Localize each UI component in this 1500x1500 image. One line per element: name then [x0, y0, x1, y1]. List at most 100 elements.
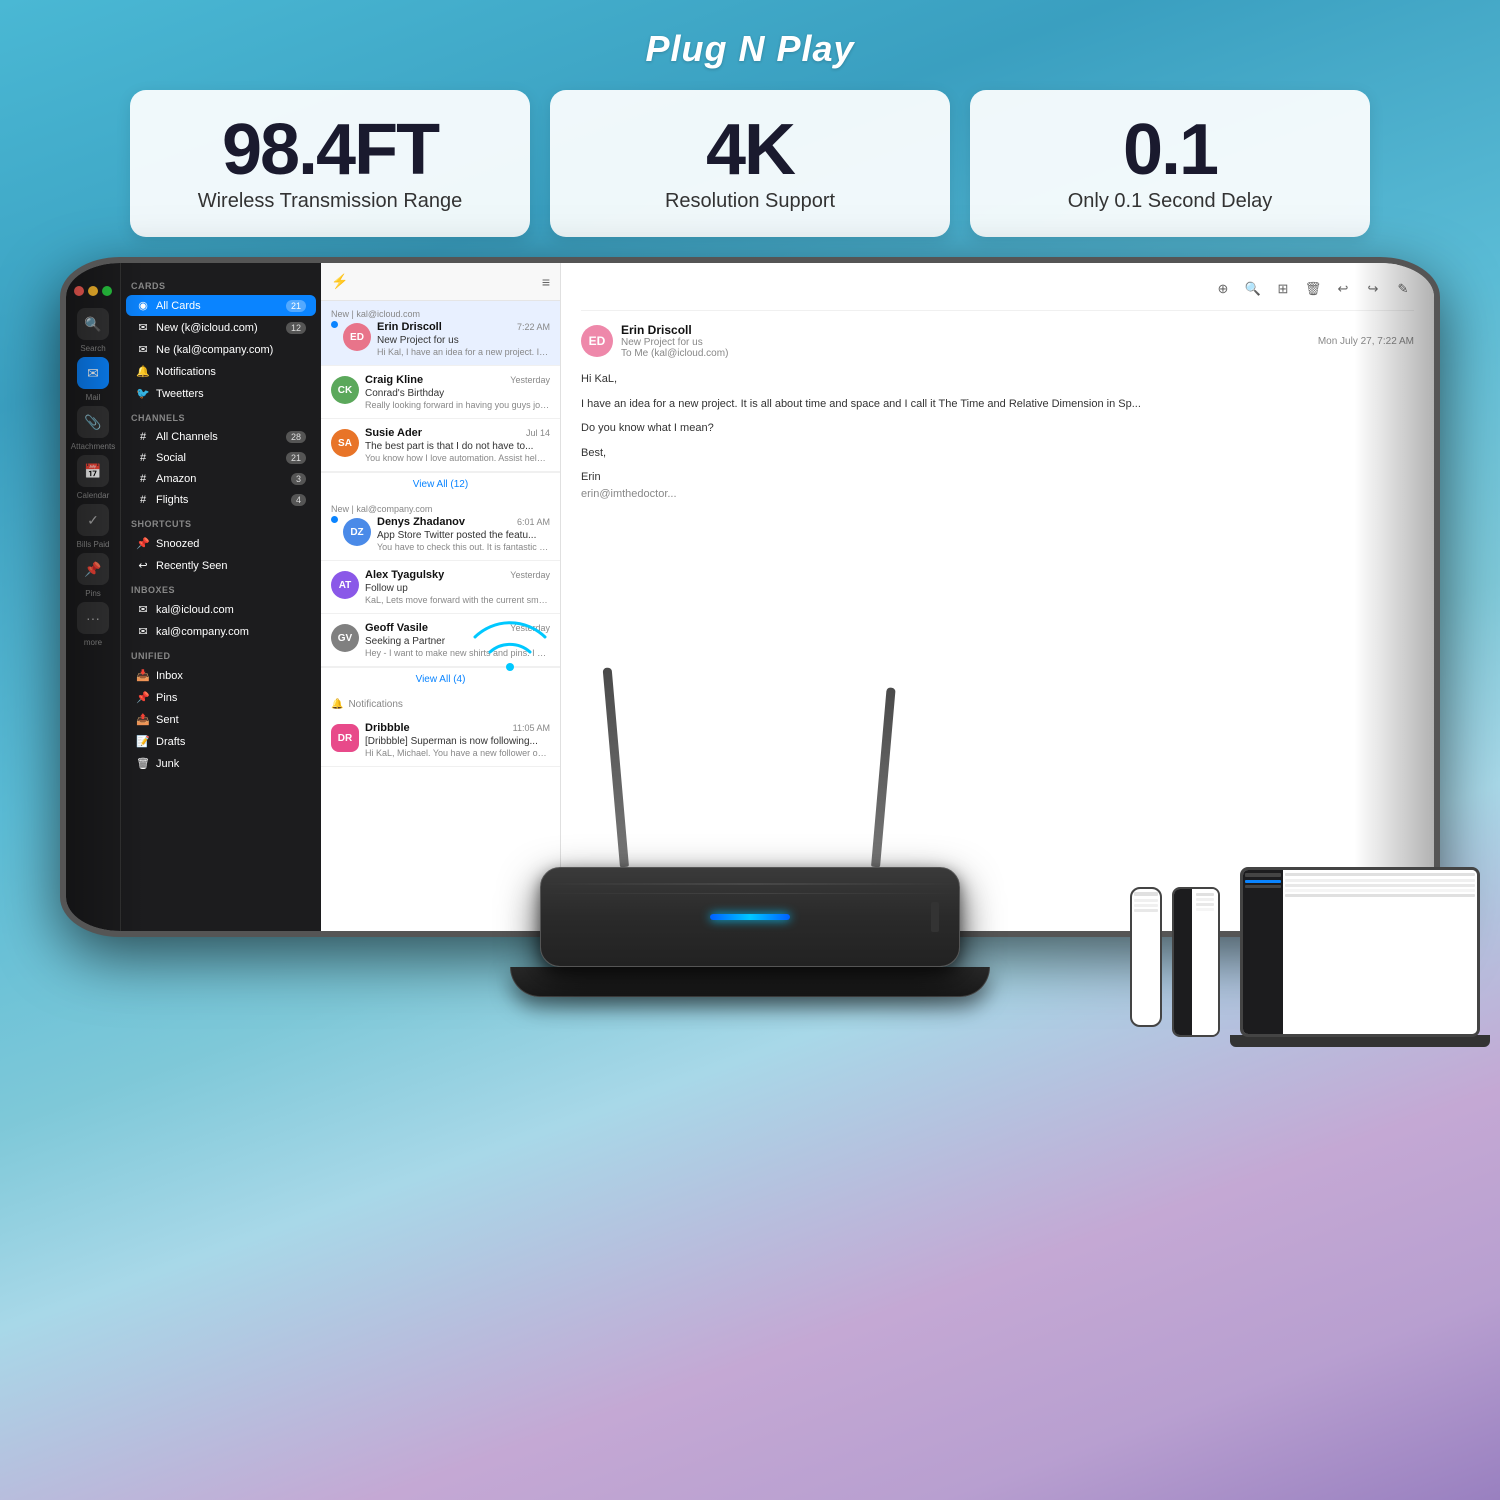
craig-time: Yesterday — [510, 375, 550, 385]
bills-nav-label: Bills Paid — [77, 540, 110, 549]
sidebar-item-company-inbox[interactable]: ✉ kal@company.com — [126, 621, 316, 642]
mail-nav-icon[interactable]: ✉ — [77, 357, 109, 389]
amazon-icon: # — [136, 473, 150, 485]
more-nav-label: more — [84, 638, 102, 647]
small-tablet — [1172, 887, 1220, 1037]
all-channels-badge: 28 — [286, 431, 306, 443]
bluetooth-icon[interactable]: ⊕ — [1212, 278, 1234, 300]
bills-nav-icon[interactable]: ✓ — [77, 504, 109, 536]
sidebar-item-company[interactable]: ✉ Ne (kal@company.com) — [126, 339, 316, 360]
all-channels-icon: # — [136, 431, 150, 443]
shortcuts-section-header: SHORTCUTS — [121, 511, 321, 532]
pins-nav-icon[interactable]: 📌 — [77, 553, 109, 585]
spec-label-range: Wireless Transmission Range — [170, 190, 490, 213]
denys-avatar: DZ — [343, 518, 371, 546]
message-item-craig[interactable]: CK Craig Kline Yesterday Conrad's Birthd… — [321, 366, 560, 419]
left-antenna — [603, 667, 629, 867]
device-port — [931, 902, 939, 932]
message-item-erin[interactable]: New | kal@icloud.com ED Erin Driscoll 7:… — [321, 301, 560, 366]
recently-seen-label: Recently Seen — [156, 560, 228, 572]
flights-badge: 4 — [291, 494, 306, 506]
sidebar-item-all-channels[interactable]: # All Channels 28 — [126, 427, 316, 447]
sidebar-item-unified-drafts[interactable]: 📝 Drafts — [126, 731, 316, 752]
msg-new-label: New | kal@icloud.com — [331, 309, 550, 319]
susie-subject: The best part is that I do not have to..… — [365, 441, 550, 452]
msg-header: Craig Kline Yesterday — [365, 374, 550, 386]
device-line-top — [541, 883, 959, 885]
device-base — [510, 967, 990, 997]
icloud-inbox-label: kal@icloud.com — [156, 604, 234, 616]
alex-sender: Alex Tyagulsky — [365, 569, 444, 581]
tweetters-label: Tweetters — [156, 388, 204, 400]
right-antenna — [871, 687, 896, 867]
erin-content: Erin Driscoll 7:22 AM New Project for us… — [377, 321, 550, 357]
compose-icon[interactable]: ⚡ — [331, 273, 348, 290]
sidebar-item-unified-junk[interactable]: 🗑 Junk — [126, 753, 316, 774]
sidebar-item-unified-inbox[interactable]: 📥 Inbox — [126, 665, 316, 686]
sidebar-item-social[interactable]: # Social 21 — [126, 448, 316, 468]
erin-preview: Hi Kal, I have an idea for a new project… — [377, 347, 550, 357]
email-body: Hi KaL, I have an idea for a new project… — [581, 371, 1414, 502]
calendar-nav-icon[interactable]: 📅 — [77, 455, 109, 487]
denys-sender: Denys Zhadanov — [377, 516, 465, 528]
msg-row: CK Craig Kline Yesterday Conrad's Birthd… — [331, 374, 550, 410]
nav-sidebar: 🔍 Search ✉ Mail 📎 Attachments 📅 Calendar… — [66, 263, 121, 931]
mail-sidebar: CARDS ◉ All Cards 21 ✉ New (k@icloud.com… — [121, 263, 321, 931]
sidebar-item-tweetters[interactable]: 🐦 Tweetters — [126, 383, 316, 404]
channels-section-header: CHANNELS — [121, 405, 321, 426]
tablet-sidebar — [1174, 889, 1192, 1035]
spec-value-delay: 0.1 — [1010, 114, 1330, 186]
bell-icon: 🔔 — [331, 699, 343, 710]
msg-row: DZ Denys Zhadanov 6:01 AM App Store Twit… — [331, 516, 550, 552]
susie-content: Susie Ader Jul 14 The best part is that … — [365, 427, 550, 463]
amazon-label: Amazon — [156, 473, 196, 485]
unified-inbox-icon: 📥 — [136, 669, 150, 682]
message-item-denys[interactable]: New | kal@company.com DZ Denys Zhadanov … — [321, 496, 560, 561]
monitor-area: 🔍 Search ✉ Mail 📎 Attachments 📅 Calendar… — [0, 257, 1500, 1057]
search-nav-icon[interactable]: 🔍 — [77, 308, 109, 340]
message-item-susie[interactable]: SA Susie Ader Jul 14 The best part is th… — [321, 419, 560, 472]
trash-icon[interactable]: 🗑 — [1302, 278, 1324, 300]
unread-dot — [331, 321, 338, 328]
calendar-nav-label: Calendar — [77, 491, 109, 500]
unified-pins-label: Pins — [156, 692, 177, 704]
reply-icon[interactable]: ↩ — [1332, 278, 1354, 300]
filter-icon[interactable]: ≡ — [542, 274, 550, 290]
search-toolbar-icon[interactable]: 🔍 — [1242, 278, 1264, 300]
sidebar-item-unified-pins[interactable]: 📌 Pins — [126, 687, 316, 708]
notifs-icon: 🔔 — [136, 365, 150, 378]
denys-preview: You have to check this out. It is fantas… — [377, 542, 550, 552]
sidebar-item-unified-sent[interactable]: 📤 Sent — [126, 709, 316, 730]
mail-nav-label: Mail — [86, 393, 101, 402]
inboxes-section-header: INBOXES — [121, 577, 321, 598]
sidebar-item-amazon[interactable]: # Amazon 3 — [126, 469, 316, 489]
denys-content: Denys Zhadanov 6:01 AM App Store Twitter… — [377, 516, 550, 552]
amazon-badge: 3 — [291, 473, 306, 485]
spec-card-delay: 0.1 Only 0.1 Second Delay — [970, 90, 1370, 237]
sidebar-item-snoozed[interactable]: 📌 Snoozed — [126, 533, 316, 554]
attachments-nav-icon[interactable]: 📎 — [77, 406, 109, 438]
small-laptop — [1240, 867, 1480, 1037]
compose-toolbar-icon[interactable]: ✎ — [1392, 278, 1414, 300]
sidebar-item-notifs[interactable]: 🔔 Notifications — [126, 361, 316, 382]
erin-avatar: ED — [343, 323, 371, 351]
small-phone-screen — [1132, 889, 1160, 1025]
msg-header: Susie Ader Jul 14 — [365, 427, 550, 439]
more-nav-icon[interactable]: ··· — [77, 602, 109, 634]
unified-sent-icon: 📤 — [136, 713, 150, 726]
sidebar-item-recently-seen[interactable]: ↩ Recently Seen — [126, 555, 316, 576]
alex-avatar: AT — [331, 571, 359, 599]
susie-preview: You know how I love automation. Assist h… — [365, 453, 550, 463]
forward-icon[interactable]: ↪ — [1362, 278, 1384, 300]
message-list-header: ⚡ ≡ — [321, 263, 560, 301]
archive-icon[interactable]: ⊞ — [1272, 278, 1294, 300]
sidebar-item-all-cards[interactable]: ◉ All Cards 21 — [126, 295, 316, 316]
page-title: Plug N Play — [0, 28, 1500, 70]
cards-section-header: CARDS — [121, 273, 321, 294]
sidebar-item-icloud-inbox[interactable]: ✉ kal@icloud.com — [126, 599, 316, 620]
susie-sender: Susie Ader — [365, 427, 422, 439]
view-all-12[interactable]: View All (12) — [321, 472, 560, 496]
sidebar-item-flights[interactable]: # Flights 4 — [126, 490, 316, 510]
sidebar-item-icloud[interactable]: ✉ New (k@icloud.com) 12 — [126, 317, 316, 338]
spec-label-resolution: Resolution Support — [590, 190, 910, 213]
